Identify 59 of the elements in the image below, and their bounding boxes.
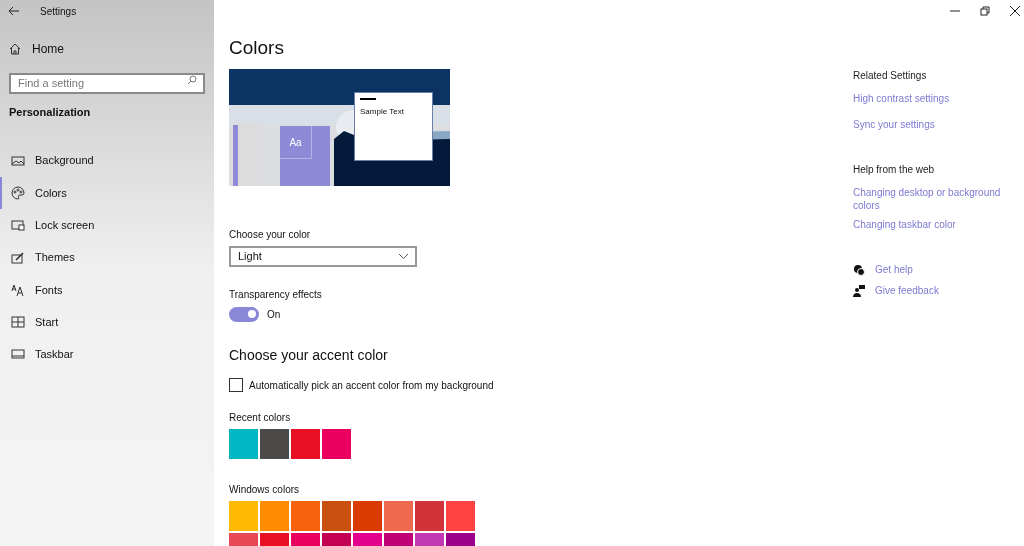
aside-heading: Help from the web — [853, 163, 936, 176]
nav-item[interactable]: Start — [0, 306, 214, 339]
nav-item[interactable]: Background — [0, 144, 214, 177]
color-swatch[interactable] — [291, 428, 320, 459]
color-swatch[interactable] — [291, 500, 320, 531]
color-swatch[interactable] — [260, 500, 289, 531]
home-icon — [9, 43, 21, 55]
sample-text: Sample Text — [360, 107, 405, 117]
help-link[interactable]: Give feedback — [875, 284, 939, 297]
picture-icon — [11, 153, 25, 168]
back-icon[interactable] — [8, 6, 20, 16]
person-feedback-icon — [853, 284, 865, 297]
toggle-switch[interactable] — [229, 306, 259, 322]
color-swatch[interactable] — [446, 500, 475, 531]
tile-text: Aa — [280, 126, 312, 159]
nav-item[interactable]: Lock screen — [0, 209, 214, 242]
help-link[interactable]: Sync your settings — [853, 118, 1003, 131]
field-label: Choose your color — [229, 228, 312, 242]
help-link[interactable]: Get help — [875, 263, 913, 276]
brush-icon — [11, 250, 25, 265]
help-link[interactable]: High contrast settings — [853, 92, 1003, 105]
section-heading: Choose your accent color — [229, 345, 389, 364]
search-field[interactable]: Find a setting — [9, 72, 205, 94]
chat-help-icon — [853, 263, 865, 276]
color-swatch[interactable] — [384, 500, 413, 531]
window-title: Settings — [40, 4, 77, 19]
help-link[interactable]: Changing desktop or background colors — [853, 186, 1003, 212]
color-swatch[interactable] — [260, 428, 289, 459]
toggle-state: On — [267, 307, 281, 322]
checkbox-label: Automatically pick an accent color from my background — [249, 378, 494, 393]
restore-icon[interactable] — [980, 6, 990, 16]
close-icon[interactable] — [1010, 6, 1020, 16]
page-title: Colors — [229, 37, 285, 59]
home-item[interactable]: Home — [9, 40, 214, 58]
aside-heading: Related Settings — [853, 69, 928, 82]
nav-item[interactable]: Colors — [0, 176, 214, 210]
color-swatch[interactable] — [229, 500, 258, 531]
field-label: Recent colors — [229, 410, 292, 425]
search-icon — [187, 75, 197, 85]
nav-item[interactable]: Fonts — [0, 273, 214, 306]
color-swatch[interactable] — [415, 500, 444, 531]
color-swatch[interactable] — [322, 500, 351, 531]
color-swatch[interactable] — [353, 500, 382, 531]
help-link[interactable]: Changing taskbar color — [853, 218, 1003, 231]
nav-item[interactable]: Taskbar — [0, 338, 214, 371]
chevron-icon — [399, 253, 408, 259]
taskbar-icon — [11, 347, 25, 362]
field-label: Windows colors — [229, 482, 301, 497]
lock-screen-icon — [11, 218, 25, 233]
field-label: Transparency effects — [229, 287, 323, 302]
checkbox[interactable] — [229, 378, 243, 392]
nav-item[interactable]: Themes — [0, 241, 214, 274]
color-mode-dropdown[interactable]: Light — [229, 246, 417, 267]
color-swatch[interactable] — [229, 428, 258, 459]
start-icon — [11, 315, 25, 330]
palette-icon — [11, 185, 25, 200]
section-heading: Personalization — [9, 105, 92, 120]
color-swatch[interactable] — [322, 428, 351, 459]
fonts-icon — [11, 282, 25, 297]
